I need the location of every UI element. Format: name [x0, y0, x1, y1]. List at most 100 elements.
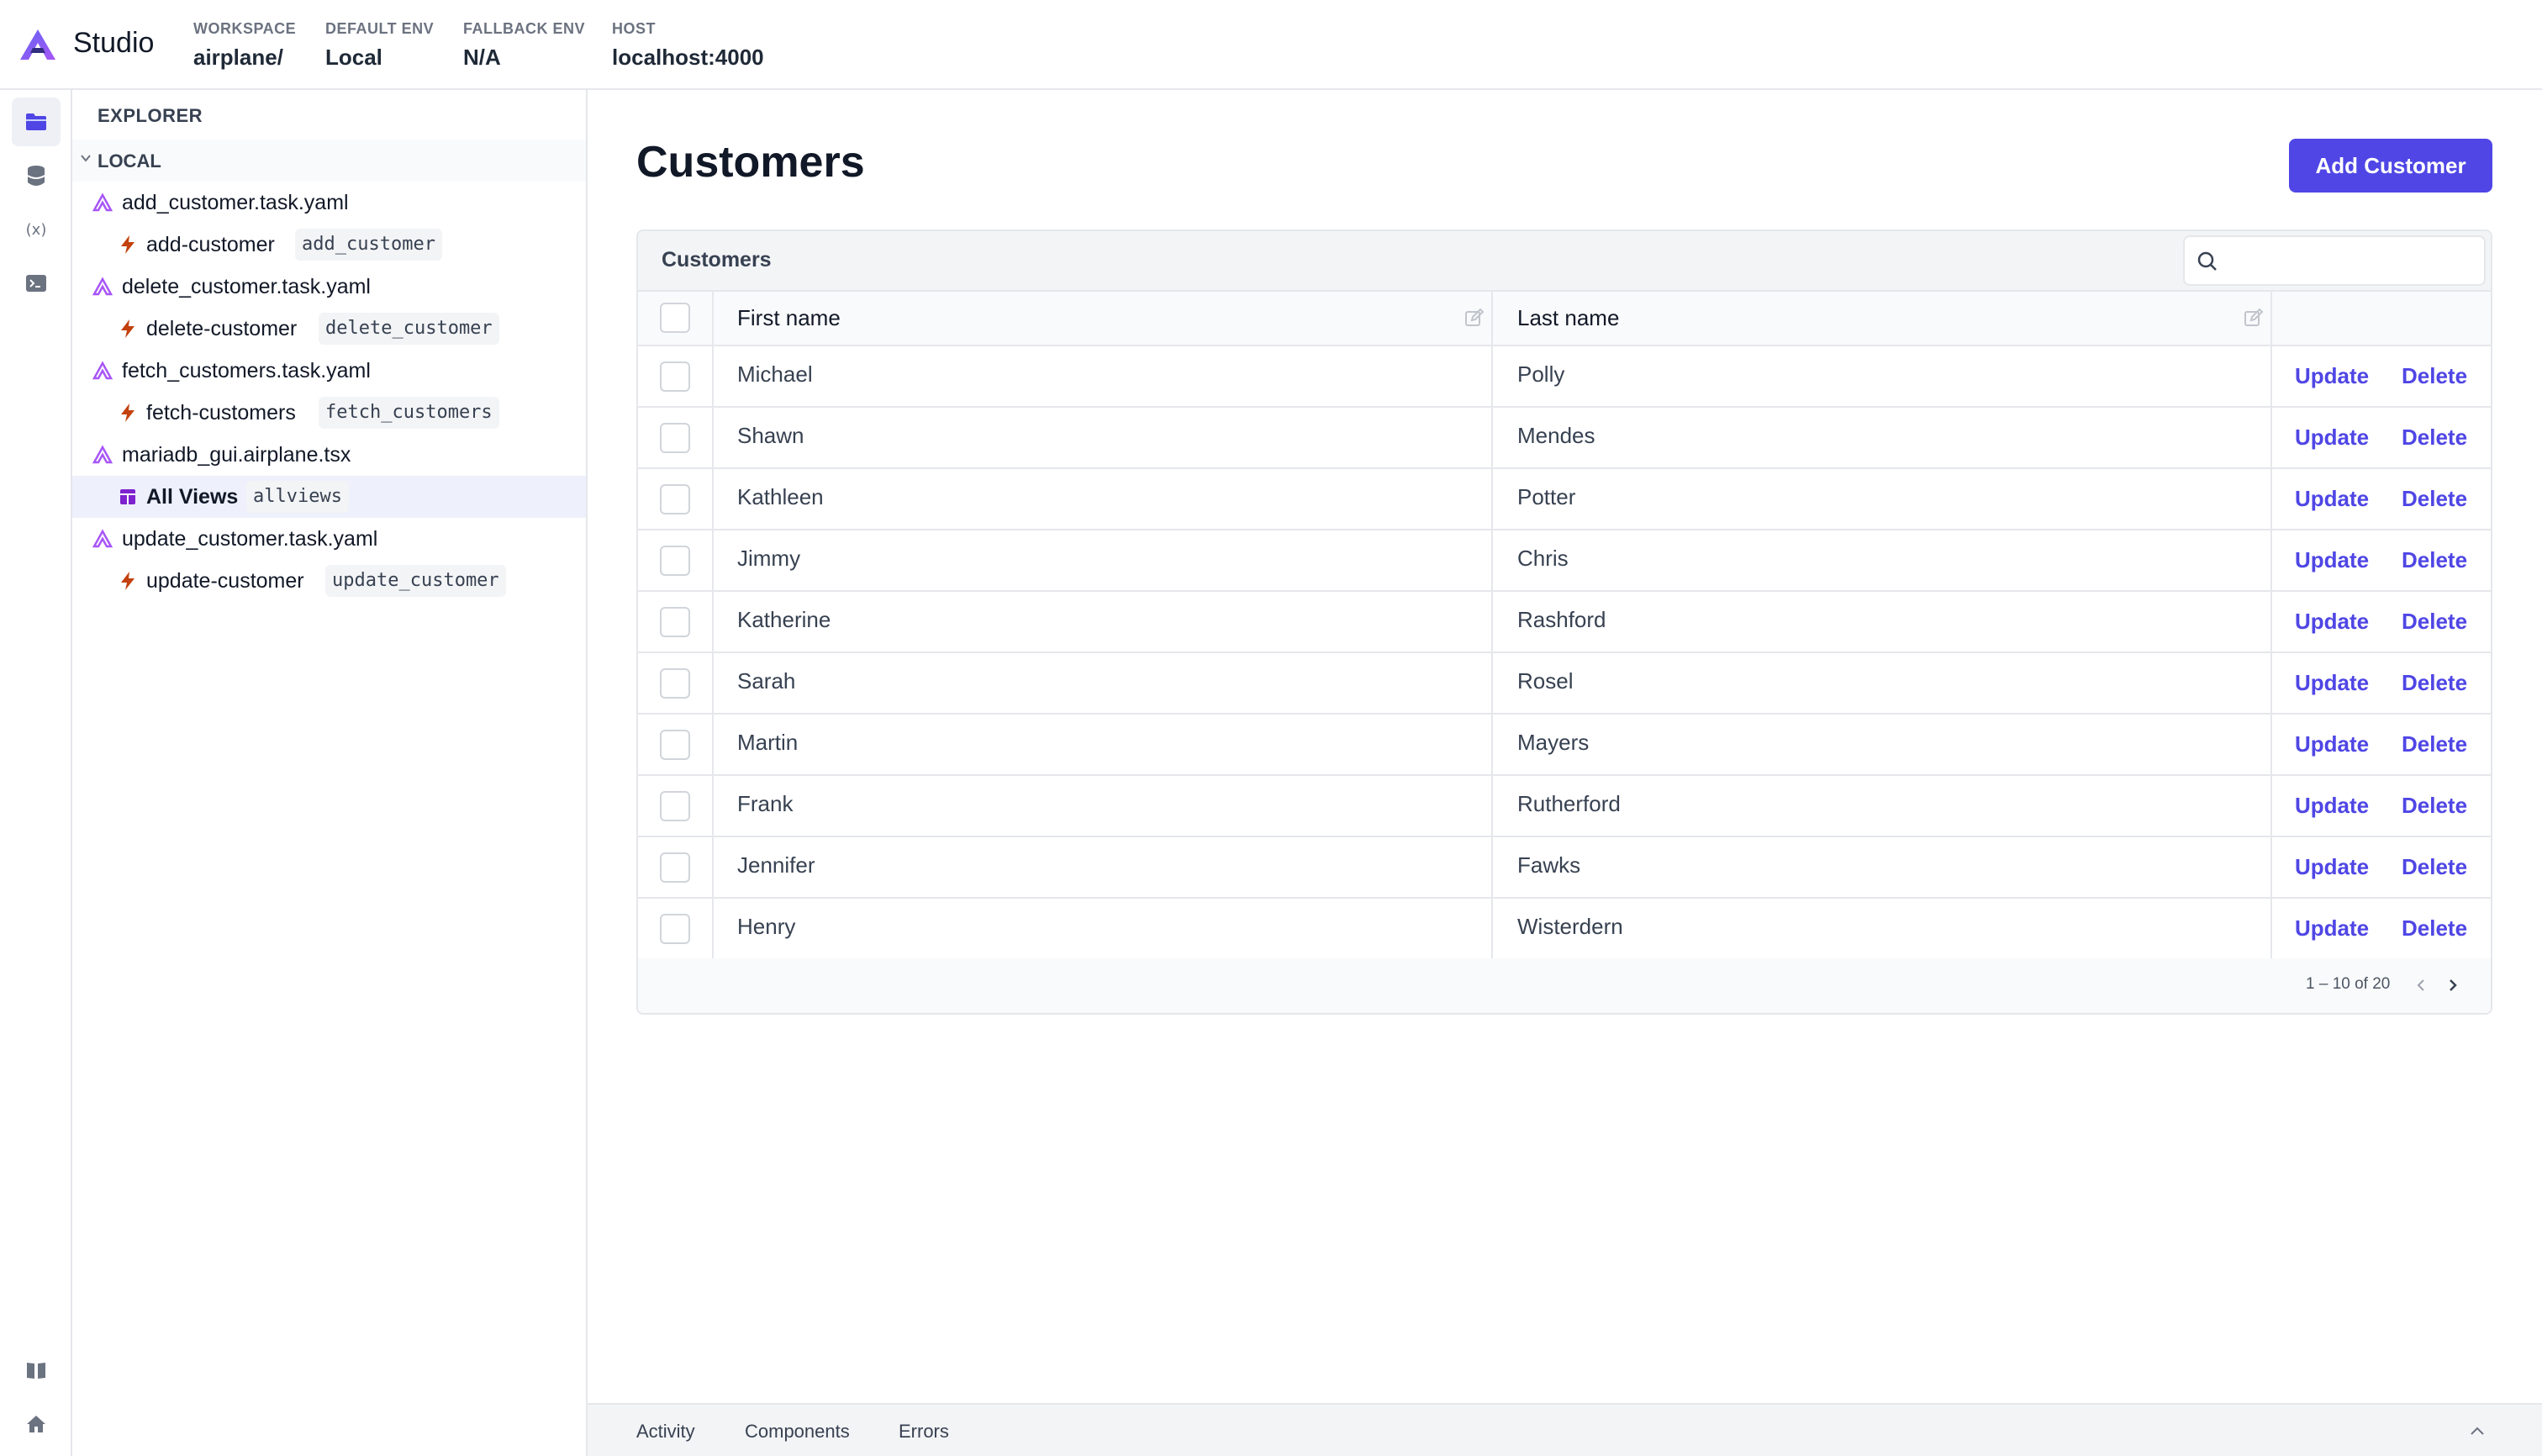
table-row[interactable]: Sarah Rosel Update Delete	[638, 653, 2491, 715]
cell-first-name: Frank	[737, 791, 794, 816]
customers-table-card: Customers First name Last name Michael P…	[636, 229, 2492, 1015]
row-checkbox[interactable]	[660, 546, 690, 576]
file-name: add_customer.task.yaml	[122, 191, 349, 214]
home-nav-button[interactable]	[12, 1400, 61, 1448]
delete-button[interactable]: Delete	[2402, 609, 2467, 635]
update-button[interactable]: Update	[2295, 547, 2369, 573]
table-row[interactable]: Frank Rutherford Update Delete	[638, 776, 2491, 837]
explorer-file-update-customer[interactable]: update_customer.task.yaml	[72, 518, 586, 560]
chevron-right-icon[interactable]	[2445, 977, 2460, 994]
update-button[interactable]: Update	[2295, 915, 2369, 942]
cell-first-name: Martin	[737, 730, 799, 755]
row-checkbox[interactable]	[660, 361, 690, 392]
update-button[interactable]: Update	[2295, 425, 2369, 451]
table-row[interactable]: Martin Mayers Update Delete	[638, 715, 2491, 776]
table-row[interactable]: Jimmy Chris Update Delete	[638, 530, 2491, 592]
update-button[interactable]: Update	[2295, 854, 2369, 880]
table-row[interactable]: Michael Polly Update Delete	[638, 346, 2491, 408]
chevron-up-icon[interactable]	[2467, 1423, 2487, 1438]
explorer-view-allviews[interactable]: All Views allviews	[72, 476, 586, 518]
explorer-file-delete-customer[interactable]: delete_customer.task.yaml	[72, 266, 586, 308]
task-name: update-customer	[146, 569, 304, 593]
docs-nav-button[interactable]	[12, 1346, 61, 1395]
update-button[interactable]: Update	[2295, 793, 2369, 819]
database-icon	[27, 166, 45, 186]
icon-rail: (x)	[0, 90, 72, 1456]
edit-column-icon[interactable]	[1464, 308, 1485, 328]
delete-button[interactable]: Delete	[2402, 670, 2467, 696]
explorer-task-fetch-customers[interactable]: fetch-customers fetch_customers	[72, 392, 586, 434]
delete-button[interactable]: Delete	[2402, 915, 2467, 942]
terminal-nav-button[interactable]	[12, 259, 61, 308]
explorer-nav-button[interactable]	[12, 98, 61, 146]
main-content: Customers Add Customer Customers First n…	[588, 90, 2542, 1403]
update-button[interactable]: Update	[2295, 609, 2369, 635]
delete-button[interactable]: Delete	[2402, 425, 2467, 451]
top-header: Studio WORKSPACE airplane/ DEFAULT ENV L…	[0, 0, 2542, 90]
cell-last-name: Chris	[1517, 546, 1569, 571]
folder-icon	[26, 113, 46, 130]
workspace-value: airplane/	[193, 45, 283, 70]
delete-button[interactable]: Delete	[2402, 731, 2467, 757]
default-env-info: DEFAULT ENV Local	[325, 20, 434, 71]
cell-first-name: Jimmy	[737, 546, 801, 571]
delete-button[interactable]: Delete	[2402, 547, 2467, 573]
workspace-info: WORKSPACE airplane/	[193, 20, 296, 71]
host-info: HOST localhost:4000	[612, 20, 764, 71]
table-row[interactable]: Katherine Rashford Update Delete	[638, 592, 2491, 653]
tab-errors[interactable]: Errors	[899, 1421, 949, 1443]
chevron-left-icon[interactable]	[2413, 977, 2429, 994]
row-checkbox[interactable]	[660, 852, 690, 883]
explorer-task-add-customer[interactable]: add-customer add_customer	[72, 224, 586, 266]
explorer-task-delete-customer[interactable]: delete-customer delete_customer	[72, 308, 586, 350]
cell-first-name: Kathleen	[737, 484, 824, 509]
row-checkbox[interactable]	[660, 914, 690, 944]
fallback-env-info: FALLBACK ENV N/A	[463, 20, 585, 71]
table-row[interactable]: Kathleen Potter Update Delete	[638, 469, 2491, 530]
table-row[interactable]: Henry Wisterdern Update Delete	[638, 899, 2491, 960]
update-button[interactable]: Update	[2295, 670, 2369, 696]
airplane-file-icon	[92, 277, 113, 296]
row-checkbox[interactable]	[660, 607, 690, 637]
column-header-last-name[interactable]: Last name	[1517, 305, 1619, 331]
update-button[interactable]: Update	[2295, 486, 2369, 512]
task-slug: delete_customer	[319, 313, 499, 345]
row-checkbox[interactable]	[660, 668, 690, 699]
table-pagination-bar: 1 – 10 of 20	[638, 958, 2491, 1013]
cell-last-name: Mendes	[1517, 423, 1595, 448]
delete-button[interactable]: Delete	[2402, 854, 2467, 880]
tab-activity[interactable]: Activity	[636, 1421, 695, 1443]
add-customer-button[interactable]: Add Customer	[2289, 139, 2492, 193]
delete-button[interactable]: Delete	[2402, 363, 2467, 389]
variables-nav-button[interactable]: (x)	[12, 205, 61, 254]
airplane-file-icon	[92, 193, 113, 212]
edit-column-icon[interactable]	[2244, 308, 2264, 328]
delete-button[interactable]: Delete	[2402, 486, 2467, 512]
explorer-file-add-customer[interactable]: add_customer.task.yaml	[72, 182, 586, 224]
svg-text:(x): (x)	[26, 221, 47, 239]
row-checkbox[interactable]	[660, 484, 690, 514]
row-checkbox[interactable]	[660, 730, 690, 760]
row-checkbox[interactable]	[660, 791, 690, 821]
explorer-task-update-customer[interactable]: update-customer update_customer	[72, 560, 586, 602]
resources-nav-button[interactable]	[12, 151, 61, 200]
table-search-box[interactable]	[2183, 235, 2486, 286]
explorer-file-fetch-customers[interactable]: fetch_customers.task.yaml	[72, 350, 586, 392]
table-row[interactable]: Shawn Mendes Update Delete	[638, 408, 2491, 469]
select-all-checkbox[interactable]	[660, 303, 690, 333]
airplane-logo-icon[interactable]	[18, 28, 57, 61]
update-button[interactable]: Update	[2295, 363, 2369, 389]
delete-button[interactable]: Delete	[2402, 793, 2467, 819]
table-row[interactable]: Jennifer Fawks Update Delete	[638, 837, 2491, 899]
cell-last-name: Fawks	[1517, 852, 1581, 878]
explorer-file-mariadb-gui[interactable]: mariadb_gui.airplane.tsx	[72, 434, 586, 476]
row-checkbox[interactable]	[660, 423, 690, 453]
search-input[interactable]	[2225, 244, 2477, 277]
home-icon	[27, 1416, 45, 1432]
update-button[interactable]: Update	[2295, 731, 2369, 757]
table-column-header: First name Last name	[638, 292, 2491, 346]
tab-components[interactable]: Components	[745, 1421, 850, 1443]
column-header-first-name[interactable]: First name	[737, 305, 841, 331]
workspace-label: WORKSPACE	[193, 20, 297, 37]
local-section-header[interactable]: LOCAL	[72, 140, 586, 182]
